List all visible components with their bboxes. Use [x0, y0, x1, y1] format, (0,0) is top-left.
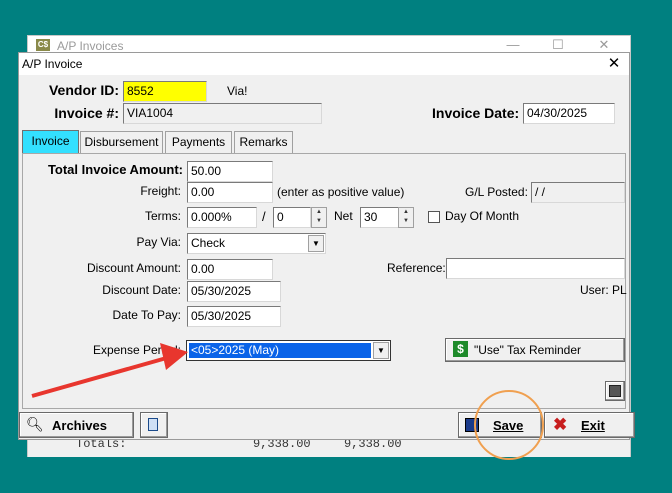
annotation-circle [474, 390, 544, 460]
annotation-overlay [31, 343, 544, 460]
annotation-arrow-head [160, 343, 188, 370]
annotation-arrow-shaft [31, 355, 171, 398]
